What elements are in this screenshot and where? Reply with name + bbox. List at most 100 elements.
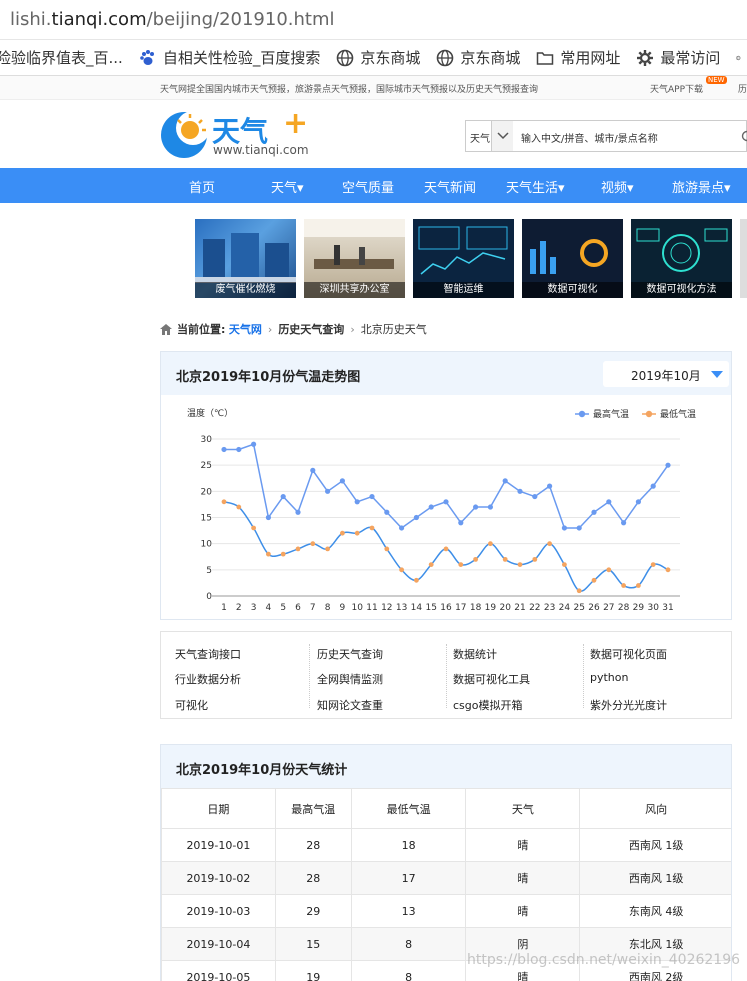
x-tick-label: 2 — [236, 603, 242, 613]
data-point-high — [384, 509, 390, 515]
stats-title: 北京2019年10月份天气统计 — [176, 763, 348, 778]
watermark: https://blog.csdn.net/weixin_40262196 — [467, 952, 741, 968]
bookmark-item[interactable]: 京东商城 — [336, 47, 420, 68]
nav-item-video[interactable]: 视频▾ — [601, 177, 634, 196]
data-point-high — [517, 488, 523, 494]
link-item[interactable]: 紫外分光光度计 — [590, 697, 667, 713]
bookmark-item[interactable]: 险验临界值表_百... — [0, 47, 123, 68]
column-header: 日期 — [161, 788, 276, 829]
data-point-low — [295, 546, 301, 552]
data-point-high — [547, 483, 553, 489]
nav-item-news[interactable]: 天气新闻 — [424, 177, 476, 196]
data-point-low — [665, 567, 671, 573]
data-point-high — [561, 525, 567, 531]
nav-item-life[interactable]: 天气生活▾ — [506, 177, 565, 196]
link-item[interactable]: 数据统计 — [453, 646, 497, 662]
link-item[interactable]: 可视化 — [175, 697, 208, 713]
table-header-row: 日期 最高气温 最低气温 天气 风向 — [161, 788, 731, 829]
globe-icon[interactable] — [736, 49, 741, 67]
x-tick-label: 8 — [325, 603, 331, 613]
data-point-high — [295, 509, 301, 515]
nav-item-home[interactable]: 首页 — [189, 177, 215, 196]
link-item[interactable]: python — [590, 671, 628, 684]
thumbnail[interactable]: 数据可视化方法 — [631, 219, 732, 298]
data-point-low — [458, 562, 464, 567]
data-point-low — [591, 577, 597, 583]
data-point-low — [547, 541, 552, 547]
search-icon[interactable] — [741, 130, 747, 142]
thumbnail[interactable]: 废气催化燃烧 — [195, 219, 296, 298]
x-tick-label: 26 — [588, 603, 600, 613]
x-tick-label: 24 — [559, 603, 571, 613]
thumbnail-cut[interactable] — [740, 219, 747, 298]
nav-item-air-quality[interactable]: 空气质量 — [342, 177, 394, 196]
address-bar[interactable]: lishi.tianqi.com/beijing/201910.html — [0, 0, 747, 40]
bookmark-item[interactable]: 自相关性检验_百度搜索 — [139, 47, 320, 68]
data-point-low — [502, 556, 508, 562]
breadcrumb-site-link[interactable]: 天气网 — [229, 321, 262, 337]
x-tick-label: 16 — [440, 603, 452, 613]
x-tick-label: 11 — [366, 603, 377, 613]
data-point-low — [280, 551, 286, 557]
data-point-high — [413, 514, 419, 521]
logo-plus: + — [283, 106, 309, 141]
dropdown-triangle-icon — [711, 371, 723, 378]
month-select[interactable]: 2019年10月 — [603, 361, 729, 387]
column-header: 最高气温 — [274, 788, 352, 829]
thumbnail[interactable]: 智能运维 — [413, 219, 514, 298]
thumbnail[interactable]: 数据可视化 — [522, 219, 623, 298]
bookmark-item[interactable]: 最常访问 — [636, 47, 720, 68]
top-info-strip: 天气网提全国国内城市天气预报，旅游景点天气预报，国际城市天气预报以及历史天气预报… — [0, 76, 747, 100]
data-point-low — [650, 562, 656, 567]
table-row: 2019-10-01 28 18 晴西南风 1级 — [161, 828, 731, 862]
data-point-low — [562, 562, 567, 567]
thumbnail[interactable]: 深圳共享办公室 — [304, 219, 405, 298]
x-tick-label: 9 — [340, 603, 346, 613]
link-item[interactable]: 历史天气查询 — [317, 646, 383, 662]
cut-off-link[interactable]: 历 — [738, 82, 747, 95]
legend-swatch-dot — [645, 410, 653, 418]
x-tick-label: 28 — [618, 603, 630, 613]
search-input[interactable]: 输入中文/拼音、城市/景点名称 — [513, 120, 747, 152]
search-type-dropdown[interactable] — [491, 121, 513, 151]
site-header: 天气 + www.tianqi.com 天气 输入中文/拼音、城市/景点名称 — [0, 100, 747, 168]
data-point-low — [354, 530, 360, 536]
x-tick-label: 13 — [396, 603, 407, 613]
link-item[interactable]: csgo模拟开箱 — [453, 697, 523, 713]
data-point-high — [591, 509, 597, 515]
y-axis-label: 温度（℃） — [187, 407, 233, 419]
x-tick-label: 15 — [425, 603, 436, 613]
data-point-high — [325, 488, 331, 494]
bookmark-item[interactable]: 常用网址 — [536, 47, 620, 68]
data-point-high — [221, 446, 227, 453]
data-point-low — [517, 562, 523, 567]
main-nav: 首页 天气▾ 空气质量 天气新闻 天气生活▾ 视频▾ 旅游景点▾ — [0, 168, 747, 203]
data-point-high — [399, 525, 405, 531]
bookmark-item[interactable]: 京东商城 — [436, 47, 520, 68]
nav-item-travel[interactable]: 旅游景点▾ — [672, 177, 731, 196]
link-item[interactable]: 数据可视化工具 — [453, 671, 530, 687]
data-point-low — [443, 546, 449, 552]
link-item[interactable]: 数据可视化页面 — [590, 646, 667, 662]
app-download-link[interactable]: 天气APP下载 — [650, 82, 703, 95]
legend-label: 最低气温 — [660, 408, 696, 420]
site-description: 天气网提全国国内城市天气预报，旅游景点天气预报，国际城市天气预报以及历史天气预报… — [160, 85, 539, 95]
nav-item-weather[interactable]: 天气▾ — [271, 177, 304, 196]
data-point-low — [473, 556, 478, 562]
data-point-low — [414, 577, 419, 583]
temperature-line-chart: 温度（℃）0510152025301 2 3 4 5 6 7 8 9 10 11 12 13 14 15 16… — [187, 407, 696, 613]
link-item[interactable]: 知网论文查重 — [317, 697, 383, 713]
link-item[interactable]: 行业数据分析 — [175, 671, 241, 687]
link-item[interactable]: 全网舆情监测 — [317, 671, 383, 687]
series-line-high — [224, 443, 669, 529]
x-tick-label: 17 — [455, 603, 466, 613]
breadcrumb-history-link[interactable]: 历史天气查询 — [278, 321, 344, 337]
data-point-high — [339, 478, 345, 484]
column-header: 最低气温 — [350, 788, 467, 829]
y-tick-label: 10 — [201, 540, 213, 550]
data-point-high — [606, 499, 612, 505]
y-tick-label: 30 — [201, 435, 213, 445]
link-item[interactable]: 天气查询接口 — [175, 646, 241, 662]
data-point-high — [473, 504, 479, 510]
data-point-low — [621, 583, 626, 588]
